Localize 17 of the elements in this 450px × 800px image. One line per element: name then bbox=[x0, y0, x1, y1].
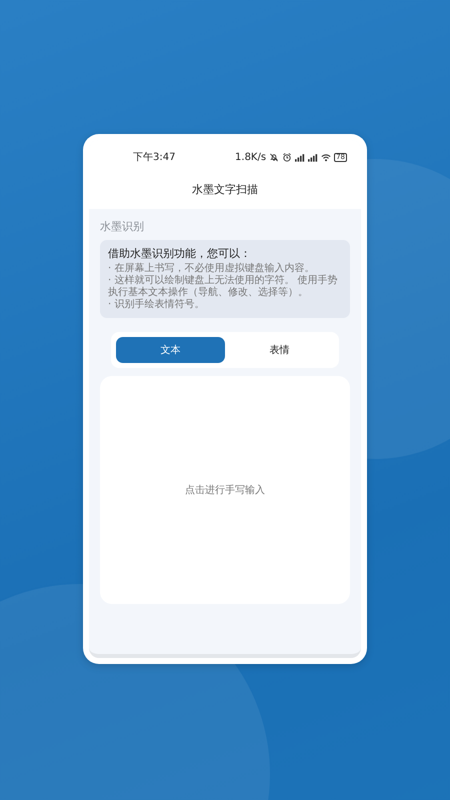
signal-icon bbox=[308, 152, 318, 162]
hint-text: 点击进行手写输入 bbox=[185, 484, 265, 497]
info-heading: 借助水墨识别功能，您可以： bbox=[108, 246, 252, 261]
info-item: · 这样就可以绘制键盘上无法使用的字符。 使用手势执行基本文本操作（导航、修改、选择等）。 bbox=[108, 275, 339, 298]
wifi-icon bbox=[321, 152, 332, 162]
info-item: · 在屏幕上书写，不必使用虚拟键盘输入内容。 bbox=[108, 263, 316, 274]
bell-off-icon bbox=[269, 152, 280, 162]
alarm-icon bbox=[282, 152, 292, 162]
handwriting-area[interactable]: 点击进行手写输入 bbox=[100, 376, 350, 604]
status-time: 下午3:47 bbox=[133, 151, 176, 164]
tab[interactable]: 表情 bbox=[225, 337, 334, 363]
info-item: · 识别手绘表情符号。 bbox=[108, 299, 206, 311]
page-title: 水墨文字扫描 bbox=[191, 182, 259, 198]
network-speed: 1.8K/s bbox=[235, 152, 266, 162]
signal-icon bbox=[295, 152, 306, 162]
tab[interactable]: 文本 bbox=[116, 337, 225, 363]
section-label: 水墨识别 bbox=[100, 219, 145, 234]
